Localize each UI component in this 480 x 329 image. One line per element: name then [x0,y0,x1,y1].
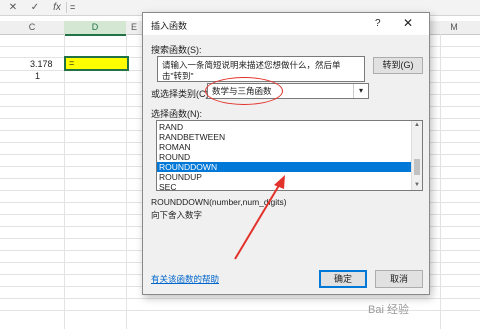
active-cell[interactable]: = [64,56,129,71]
formula-bar-divider [66,2,67,13]
grid-line [440,34,441,329]
grid-line [0,298,480,299]
grid-line [126,34,127,329]
cancel-icon[interactable]: ✕ [6,1,20,14]
grid-line [64,34,65,329]
insert-function-dialog: 插入函数 ? ✕ 搜索函数(S): 请输入一条简短说明来描述您想做什么，然后单击… [142,12,430,295]
column-header-d[interactable]: D [64,21,127,36]
ok-button[interactable]: 确定 [319,270,367,288]
column-header-e[interactable]: E [126,21,143,35]
cancel-button[interactable]: 取消 [375,270,423,288]
fx-icon[interactable]: fx [50,1,64,14]
cell-c-value[interactable]: 3.178 [30,59,53,69]
confirm-icon[interactable]: ✓ [28,1,42,14]
help-link[interactable]: 有关该函数的帮助 [151,273,219,285]
cell-c-row2[interactable]: 1 [35,71,40,81]
column-header-m[interactable]: M [428,21,480,35]
annotation-arrow [234,175,285,260]
watermark: Bai 经验 [368,304,409,316]
column-header-c[interactable]: C [0,21,65,35]
